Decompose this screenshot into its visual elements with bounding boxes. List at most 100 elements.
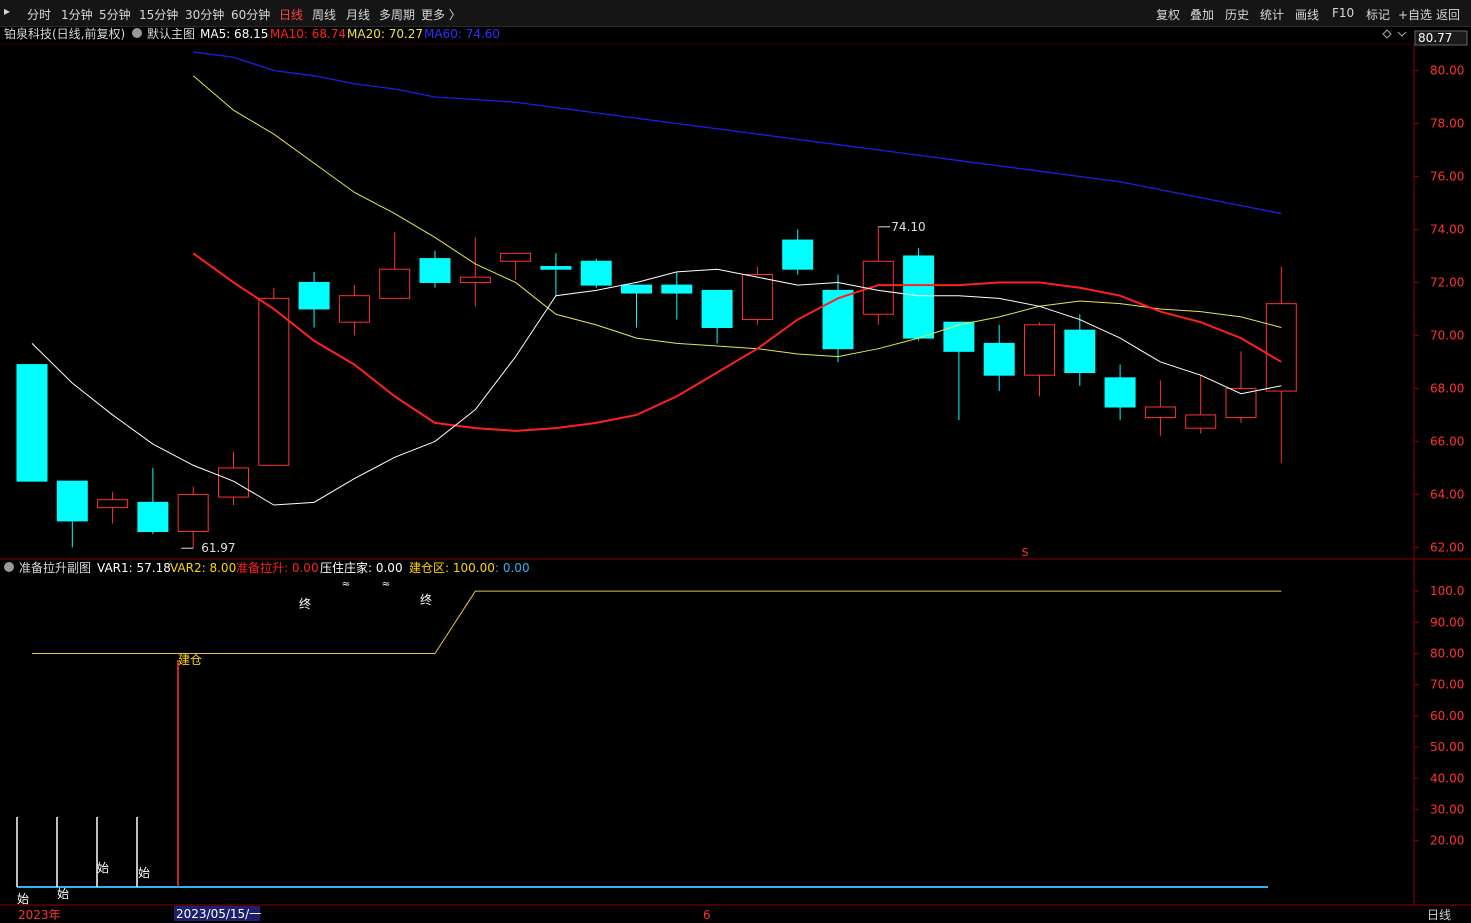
price-tick-label: 74.00	[1430, 222, 1464, 236]
candle	[1265, 266, 1297, 463]
collapse-icon[interactable]	[1397, 31, 1407, 37]
candle	[661, 271, 693, 320]
candle	[177, 486, 209, 549]
sub-tick-label: 30.00	[1430, 802, 1464, 816]
candle-body	[459, 276, 491, 283]
candle-body	[258, 297, 290, 466]
candle-body	[1104, 377, 1136, 408]
candle-body	[1024, 324, 1055, 376]
candle-body	[137, 501, 169, 533]
candle-body	[379, 268, 411, 299]
candle-body	[943, 321, 975, 352]
extra-value: : 0.00	[495, 561, 530, 575]
candle-body	[177, 493, 209, 533]
sub-tick-label: 80.00	[1430, 647, 1464, 661]
candle	[1225, 351, 1257, 423]
year-label: 2023年	[18, 908, 61, 922]
shi-label: 始	[138, 866, 150, 880]
candle-body	[903, 255, 935, 339]
candle	[540, 253, 572, 296]
zhong-label: 终	[420, 592, 432, 607]
sub-tick-label: 40.00	[1430, 771, 1464, 785]
candle	[862, 226, 894, 325]
candle-body	[580, 260, 612, 286]
candle	[580, 258, 612, 288]
sub-tick-label: 50.00	[1430, 740, 1464, 754]
ma10-value: MA10: 68.74	[270, 27, 346, 41]
price-tick-label: 66.00	[1430, 434, 1464, 448]
sub-tick-label: 70.00	[1430, 678, 1464, 692]
high-price-label: 74.10	[891, 220, 925, 234]
sub-indicator-name: 准备拉升副图	[19, 560, 91, 575]
candle	[822, 274, 854, 362]
candle-body	[218, 467, 249, 498]
ma60-line	[193, 51, 1282, 215]
candle	[1024, 322, 1055, 397]
month-label: 6	[703, 908, 711, 922]
top-price-label: 80.77	[1418, 31, 1452, 45]
wave-glyph: ≈	[342, 579, 350, 590]
stock-chart: 74.1061.97 S 始始始 始终 终建仓≈ ≈ 80.0078.0076.0074…	[0, 26, 1471, 922]
price-tick-label: 78.00	[1430, 116, 1464, 130]
sub-tick-label: 90.00	[1430, 615, 1464, 629]
candle-body	[298, 281, 330, 310]
candle	[500, 252, 532, 280]
candle	[298, 271, 330, 328]
sub-dropdown-icon[interactable]	[4, 562, 14, 572]
build-value: 建仓区: 100.00	[409, 561, 495, 575]
cursor-date-label: 2023/05/15/一	[176, 907, 261, 921]
press-value: 压住庄家: 0.00	[320, 560, 403, 575]
candle	[338, 285, 370, 336]
candle	[97, 491, 129, 524]
candle-body	[621, 284, 652, 294]
candle	[379, 232, 411, 299]
ma5-value: MA5: 68.15	[200, 27, 268, 41]
candle	[1185, 375, 1217, 434]
candle-body	[1185, 414, 1217, 429]
stock-name: 铂泉科技(日线,前复权)	[4, 26, 125, 41]
sub-tick-label: 60.00	[1430, 709, 1464, 723]
candle	[1104, 364, 1136, 421]
ma20-value: MA20: 70.27	[347, 27, 423, 41]
candle	[701, 289, 733, 344]
candle-body	[661, 284, 693, 294]
candle-body	[419, 258, 451, 283]
candle	[56, 480, 88, 548]
candle-body	[983, 342, 1015, 376]
candle	[782, 229, 814, 275]
price-tick-label: 76.00	[1430, 169, 1464, 183]
sub-indicator-chart: 始始始 始终 终建仓≈ ≈	[16, 579, 1282, 906]
prep-value: 准备拉升: 0.00	[236, 560, 319, 575]
jiancang-label: 建仓	[178, 653, 202, 667]
wave-glyph: ≈	[382, 579, 390, 590]
candle	[218, 452, 249, 506]
sub-tick-label: 20.00	[1430, 834, 1464, 848]
template-name: 默认主图	[147, 26, 195, 41]
candle	[1144, 380, 1176, 437]
candle-body	[338, 295, 370, 323]
price-tick-label: 70.00	[1430, 328, 1464, 342]
candle-body	[56, 480, 88, 522]
zhong-label: 终	[299, 596, 311, 611]
candle-body	[741, 274, 773, 321]
candle-body	[1144, 406, 1176, 419]
ma60-value: MA60: 74.60	[424, 27, 500, 41]
shi-label: 始	[17, 892, 29, 906]
var2-value: VAR2: 8.00	[170, 561, 236, 575]
period-label: 日线	[1427, 908, 1451, 922]
candle	[258, 287, 290, 466]
candle-body	[1265, 303, 1297, 392]
candle	[137, 467, 169, 535]
candle	[16, 364, 48, 482]
template-dropdown-icon[interactable]	[132, 28, 142, 38]
var1-value: VAR1: 57.18	[97, 561, 171, 575]
main-candlestick-chart: 74.10 61.97 S	[16, 51, 1297, 559]
price-tick-label: 80.00	[1430, 63, 1464, 77]
price-tick-label: 62.00	[1430, 540, 1464, 554]
diamond-icon[interactable]	[1382, 29, 1392, 39]
shi-label: 始	[97, 861, 109, 875]
shi-label: 始	[57, 887, 69, 901]
price-tick-label: 72.00	[1430, 275, 1464, 289]
candle-body	[97, 499, 129, 509]
candle-body	[1064, 329, 1096, 374]
